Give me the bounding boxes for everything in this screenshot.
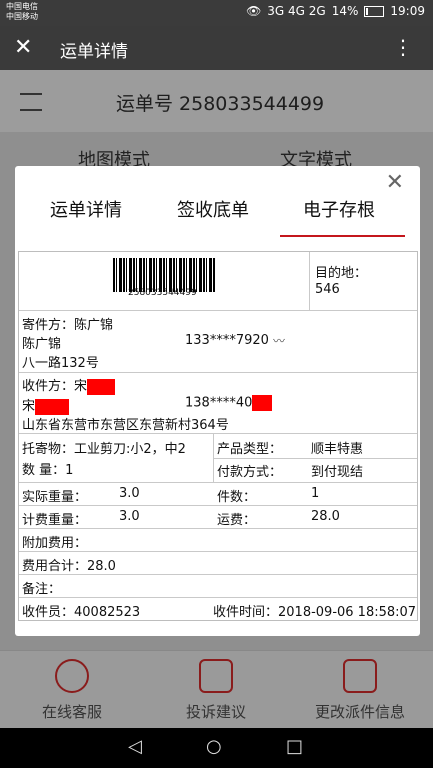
menu-icon[interactable]: [20, 93, 42, 111]
receiver-phone: 138****40: [185, 395, 253, 411]
close-icon[interactable]: ✕: [386, 170, 404, 195]
status-bar: 中国电信 中国移动 👁 3G 4G 2G 14% 19:09: [0, 0, 433, 26]
sender-name: 陈广锦: [22, 337, 62, 352]
receiver-name-wrap: 宋: [22, 395, 70, 415]
freight-label: 运费：: [217, 513, 257, 528]
remark-row: 备注：: [19, 575, 417, 598]
tab-e-stub[interactable]: 电子存根: [303, 196, 375, 222]
receiver-label-wrap: 收件方：宋: [22, 375, 116, 395]
waybill-number: 运单号 258033544499: [116, 93, 325, 115]
back-icon[interactable]: ◁: [128, 736, 142, 757]
show-phone-icon[interactable]: 〰: [273, 332, 285, 349]
complaint-button[interactable]: 投诉建议: [144, 659, 288, 722]
redaction: [252, 395, 273, 411]
carrier-1: 中国电信: [6, 2, 38, 11]
receiver-row: 收件方：宋 宋 138****40 山东省东营市东营区东营新村364号: [19, 373, 417, 434]
more-menu-icon[interactable]: ⋮: [393, 35, 413, 59]
actual-weight-value: 3.0: [119, 486, 140, 501]
destination-code: 546: [315, 282, 340, 297]
page-title: 运单详情: [60, 42, 128, 62]
network-icon: 3G 4G 2G: [267, 4, 326, 18]
remark-label: 备注：: [22, 582, 62, 597]
barcode-row: 258033544499 目的地： 546: [19, 252, 417, 311]
complaint-label: 投诉建议: [185, 703, 246, 721]
divider: [213, 458, 417, 459]
extra-fee-label: 附加费用：: [22, 536, 88, 551]
redaction: [87, 378, 116, 395]
payment-value: 到付现结: [311, 465, 364, 480]
sender-row: 寄件方：陈广锦 陈广锦 133****7920 〰 八一路132号: [19, 311, 417, 373]
weight-row: 实际重量： 3.0 件数： 1: [19, 483, 417, 506]
divider: [309, 252, 310, 310]
actual-weight-label: 实际重量：: [22, 490, 88, 505]
status-right: 👁 3G 4G 2G 14% 19:09: [246, 4, 425, 18]
edit-icon: [199, 659, 233, 693]
modify-delivery-label: 更改派件信息: [314, 703, 405, 721]
modify-delivery-button[interactable]: 更改派件信息: [288, 659, 432, 722]
system-nav-bar: ◁ ○ □: [0, 728, 433, 768]
tab-waybill-details[interactable]: 运单详情: [50, 196, 122, 222]
receiver-address: 山东省东营市东营区东营新村364号: [22, 418, 229, 433]
package-icon: [343, 659, 377, 693]
active-tab-indicator: [280, 235, 405, 237]
extra-fee-row: 附加费用：: [19, 529, 417, 552]
waybill-header: 运单号 258033544499: [0, 70, 433, 132]
receiver-phone-wrap: 138****40: [185, 395, 273, 411]
total-fee: 费用合计：28.0: [22, 559, 116, 574]
product-type-label: 产品类型：: [217, 442, 283, 457]
payment-label: 付款方式：: [217, 465, 283, 480]
modal-tabs: 运单详情 签收底单 电子存根: [15, 194, 420, 238]
pieces-label: 件数：: [217, 490, 257, 505]
barcode-number: 258033544499: [128, 288, 197, 298]
sender-address: 八一路132号: [22, 356, 99, 371]
clock: 19:09: [390, 4, 425, 18]
close-icon[interactable]: ✕: [14, 35, 32, 60]
waybill-modal: ✕ 运单详情 签收底单 电子存根 258033544499 目的地： 546 寄…: [15, 166, 420, 636]
goods-row: 托寄物：工业剪刀:小2，中2 数 量：1 产品类型： 顺丰特惠 付款方式： 到付…: [19, 434, 417, 483]
charge-weight-label: 计费重量：: [22, 513, 88, 528]
charge-row: 计费重量： 3.0 运费： 28.0: [19, 506, 417, 529]
redaction: [35, 398, 70, 415]
barcode: [113, 258, 215, 292]
sender-label: 寄件方：陈广锦: [22, 318, 114, 333]
receiver-label: 收件方：宋: [22, 379, 88, 394]
collect-time: 收件时间：2018-09-06 18:58:07: [213, 605, 417, 620]
pieces-value: 1: [311, 486, 320, 501]
recents-icon[interactable]: □: [286, 736, 303, 757]
tab-sign-receipt[interactable]: 签收底单: [177, 196, 249, 222]
eye-icon: 👁: [246, 4, 262, 18]
quantity: 数 量：1: [22, 463, 74, 478]
destination-label: 目的地：: [315, 266, 368, 281]
battery-icon: [364, 5, 385, 17]
freight-value: 28.0: [311, 509, 340, 524]
carrier-2: 中国移动: [6, 12, 38, 21]
online-service-button[interactable]: 在线客服: [0, 659, 144, 722]
collector: 收件员：40082523: [22, 605, 141, 620]
receiver-name: 宋: [22, 399, 36, 414]
bottom-action-bar: 在线客服 投诉建议 更改派件信息: [0, 650, 433, 729]
home-icon[interactable]: ○: [206, 736, 222, 757]
battery-percent: 14%: [331, 4, 359, 18]
online-service-label: 在线客服: [41, 703, 102, 721]
e-stub-document: 258033544499 目的地： 546 寄件方：陈广锦 陈广锦 133***…: [18, 251, 418, 621]
headset-icon: [55, 659, 89, 693]
charge-weight-value: 3.0: [119, 509, 140, 524]
title-bar: ✕ 运单详情 ⋮: [0, 26, 433, 70]
product-type-value: 顺丰特惠: [311, 442, 364, 457]
carrier-info: 中国电信 中国移动: [6, 2, 38, 22]
goods: 托寄物：工业剪刀:小2，中2: [22, 442, 186, 457]
total-fee-row: 费用合计：28.0: [19, 552, 417, 575]
sender-phone: 133****7920: [185, 333, 269, 348]
collector-row: 收件员：40082523 收件时间：2018-09-06 18:58:07: [19, 598, 417, 620]
